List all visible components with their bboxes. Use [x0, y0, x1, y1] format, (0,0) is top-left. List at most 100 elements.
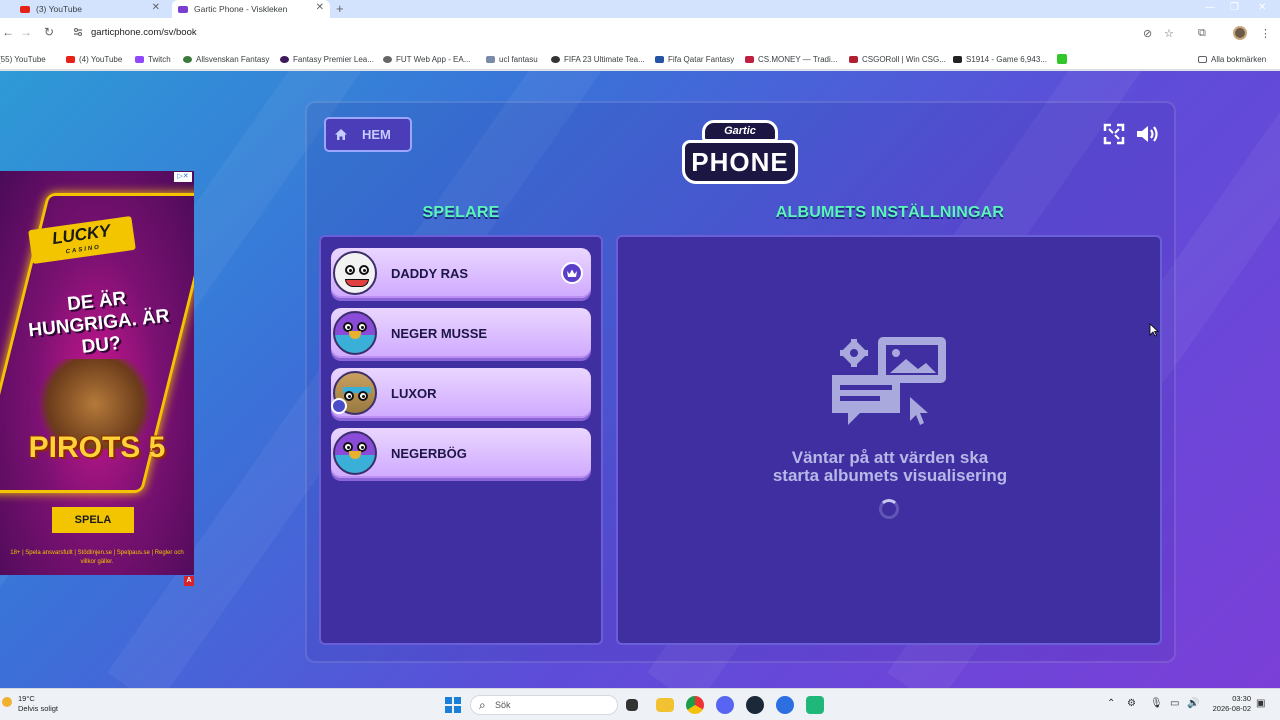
ad-choices-icon[interactable]: A [184, 576, 194, 586]
bookmarks-bar: (55) YouTube (4) YouTube Twitch Allsvens… [0, 48, 1280, 70]
bookmark-item[interactable]: Allsvenskan Fantasy [183, 48, 269, 70]
folder-icon [1198, 55, 1207, 63]
volume-icon[interactable]: 🔊 [1187, 698, 1199, 709]
youtube-icon [66, 55, 75, 63]
close-tab-icon[interactable]: ✕ [316, 2, 324, 13]
link-icon [486, 55, 495, 63]
extensions-icon[interactable]: ⧉ [1198, 27, 1206, 40]
home-icon [335, 129, 347, 140]
player-name: DADDY RAS [391, 265, 469, 281]
waiting-message: Väntar på att värden ska starta albumets… [772, 448, 1008, 485]
tab-title: (3) YouTube [36, 4, 82, 14]
player-name: NEGER MUSSE [391, 325, 488, 341]
casino-ad[interactable]: ▷✕ LUCKY CASINO DE ÄR HUNGRIGA. ÄR DU? P… [0, 171, 194, 575]
gartic-phone-logo: Gartic PHONE [680, 116, 800, 188]
globe-icon [383, 55, 392, 63]
ad-fine-print: 18+ | Spela ansvarsfullt | Stödlinjen.se… [10, 550, 184, 565]
album-settings-panel [616, 235, 1162, 645]
game-page: ▷✕ LUCKY CASINO DE ÄR HUNGRIGA. ÄR DU? P… [0, 71, 1280, 688]
player-avatar [333, 251, 377, 295]
player-avatar [333, 311, 377, 355]
restore-button[interactable]: ❐ [1230, 0, 1239, 16]
ad-cta-button[interactable]: SPELA [52, 507, 134, 533]
bookmark-item[interactable]: FUT Web App - EA... [383, 48, 470, 70]
task-view-icon[interactable] [626, 699, 638, 711]
bookmark-star-icon[interactable]: ☆ [1164, 27, 1174, 40]
youtube-icon [20, 5, 30, 13]
allsvenskan-icon [183, 55, 192, 63]
loading-spinner [879, 499, 899, 519]
home-button[interactable]: HEM [324, 117, 412, 152]
player-name: NEGERBÖG [391, 445, 467, 461]
tab-gartic[interactable]: Gartic Phone - Viskleken ✕ [172, 0, 330, 18]
weather-widget[interactable]: 19°C Delvis soligt [2, 694, 58, 714]
discord-icon[interactable] [716, 696, 734, 714]
ad-info-icon[interactable]: ▷✕ [174, 172, 192, 182]
twitch-icon [135, 55, 144, 63]
all-bookmarks[interactable]: Alla bokmärken [1198, 48, 1266, 70]
gartic-icon [178, 5, 188, 13]
start-button[interactable] [445, 697, 461, 713]
player-card[interactable]: DADDY RAS [331, 248, 591, 298]
album-settings-title: ALBUMETS INSTÄLLNINGAR [775, 204, 1005, 221]
file-explorer-icon[interactable] [656, 698, 674, 712]
sound-icon[interactable] [1135, 123, 1161, 145]
site-info-icon[interactable] [73, 27, 83, 37]
address-bar: ← → ↻ garticphone.com/sv/book ⊘ ☆ ⧉ ⋮ [0, 18, 1280, 48]
taskbar-search[interactable]: Sök [470, 695, 618, 715]
bookmark-item[interactable]: ucl fantasu [486, 48, 538, 70]
home-label: HEM [362, 127, 391, 142]
tab-title: Gartic Phone - Viskleken [194, 4, 288, 14]
tab-strip: (3) YouTube ✕ Gartic Phone - Viskleken ✕… [0, 0, 1280, 18]
windows-taskbar: 19°C Delvis soligt Sök ⌃ ⚙ 🎙 ▭ 🔊 03:30 2… [0, 688, 1280, 720]
forward-icon[interactable]: → [20, 25, 32, 39]
player-card[interactable]: NEGERBÖG [331, 428, 591, 478]
ad-game-title: PIROTS 5 [28, 431, 166, 464]
tab-youtube[interactable]: (3) YouTube ✕ [14, 0, 166, 18]
url-field[interactable]: garticphone.com/sv/book [91, 27, 197, 38]
player-card[interactable]: NEGER MUSSE [331, 308, 591, 358]
camera-off-icon[interactable]: ⊘ [1143, 27, 1152, 40]
csgoroll-icon [849, 55, 858, 63]
reload-icon[interactable]: ↻ [44, 25, 54, 39]
bookmark-item[interactable]: FIFA 23 Ultimate Tea... [551, 48, 645, 70]
close-tab-icon[interactable]: ✕ [152, 2, 160, 13]
bookmark-item[interactable]: S1914 - Game 6,943... [953, 48, 1047, 70]
microphone-icon[interactable]: 🎙 [1150, 698, 1163, 709]
user-icon [331, 398, 347, 414]
minimize-button[interactable]: — [1205, 0, 1215, 16]
notification-icon[interactable]: ▣ [1256, 698, 1265, 709]
album-settings-icon [832, 337, 946, 425]
tray-app-icon[interactable]: ⚙ [1127, 698, 1136, 709]
bookmark-item[interactable]: Fifa Qatar Fantasy [655, 48, 734, 70]
new-tab-button[interactable]: + [336, 0, 344, 18]
bookmark-item[interactable]: CS.MONEY — Tradi... [745, 48, 837, 70]
premier-league-icon [280, 55, 289, 63]
menu-icon[interactable]: ⋮ [1260, 27, 1271, 40]
player-card[interactable]: LUXOR [331, 368, 591, 418]
app-icon[interactable] [806, 696, 824, 714]
s1914-icon [953, 55, 962, 63]
bookmark-item[interactable]: CSGORoll | Win CSG... [849, 48, 946, 70]
fifa-qatar-icon [655, 55, 664, 63]
profile-avatar[interactable] [1233, 26, 1247, 40]
network-icon[interactable]: ▭ [1170, 698, 1179, 709]
bookmark-item[interactable]: Fantasy Premier Lea... [280, 48, 374, 70]
chrome-icon[interactable] [686, 696, 704, 714]
system-clock[interactable]: 03:30 2026-08-02 [1207, 694, 1251, 714]
back-icon[interactable]: ← [2, 25, 14, 39]
bookmark-item[interactable]: Twitch [135, 48, 171, 70]
csmoney-icon [745, 55, 754, 63]
bookmark-item[interactable]: (55) YouTube [0, 48, 46, 70]
crown-icon [561, 262, 583, 284]
bookmark-item[interactable]: (4) YouTube [66, 48, 122, 70]
player-name: LUXOR [391, 385, 437, 401]
fullscreen-icon[interactable] [1103, 123, 1125, 145]
tray-overflow-icon[interactable]: ⌃ [1107, 698, 1115, 709]
sun-icon [2, 697, 12, 707]
bookmark-green-icon[interactable] [1057, 48, 1071, 70]
window-close-button[interactable]: ✕ [1258, 0, 1266, 16]
ea-app-icon[interactable] [776, 696, 794, 714]
steam-icon[interactable] [746, 696, 764, 714]
player-avatar [333, 431, 377, 475]
